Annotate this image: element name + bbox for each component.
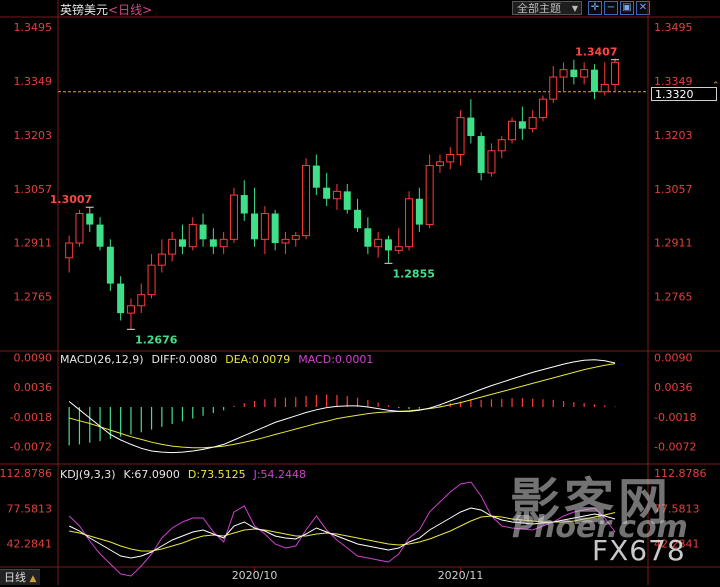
candle-body-down bbox=[364, 228, 372, 247]
kdj-legend-d: D:73.5125 bbox=[188, 468, 246, 481]
watermark-code: FX678 bbox=[592, 534, 686, 567]
kdj-tick-left: 112.8786 bbox=[0, 467, 52, 480]
macd-legend-label: MACD(26,12,9) bbox=[60, 353, 144, 366]
price-tick-right: 1.3057 bbox=[654, 183, 693, 196]
candle-body-up bbox=[497, 139, 506, 152]
candle-body-up bbox=[446, 153, 455, 163]
candle-body-down bbox=[199, 224, 207, 240]
extreme-label: 1.3407 bbox=[575, 46, 617, 59]
candle-body-up bbox=[508, 120, 517, 141]
candle-body-up bbox=[425, 165, 434, 226]
candle-body-down bbox=[518, 121, 526, 129]
candle-body-down bbox=[590, 69, 598, 92]
triangle-up-icon: ▲ bbox=[29, 574, 37, 584]
candle-body-up bbox=[435, 161, 444, 167]
candle-body-down bbox=[354, 209, 362, 229]
candle-body-up bbox=[137, 294, 146, 307]
candle-body-up bbox=[302, 165, 311, 237]
candle-body-up bbox=[405, 198, 414, 248]
tab-daily[interactable]: 日线 ▲ bbox=[0, 569, 41, 585]
candle-body-down bbox=[384, 239, 392, 251]
macd-tick-right: -0.0018 bbox=[654, 411, 696, 424]
kdj-legend-j: J:54.2448 bbox=[253, 468, 306, 481]
candle-body-up bbox=[374, 238, 383, 248]
candle-body-down bbox=[323, 187, 331, 199]
macd-tick-right: -0.0072 bbox=[654, 441, 696, 454]
candle-body-down bbox=[106, 246, 114, 284]
macd-legend-diff: DIFF:0.0080 bbox=[152, 353, 218, 366]
candle-body-up bbox=[157, 253, 166, 266]
candle-body-down bbox=[240, 195, 248, 214]
price-tick-left: 1.2911 bbox=[14, 237, 53, 250]
candle-body-up bbox=[147, 264, 156, 296]
kdj-legend-k: K:67.0900 bbox=[124, 468, 180, 481]
x-axis-label: 2020/10 bbox=[232, 569, 278, 582]
macd-tick-left: 0.0036 bbox=[14, 381, 53, 394]
candle-body-down bbox=[570, 69, 578, 78]
candle-body-up bbox=[229, 194, 238, 240]
candle-body-up bbox=[580, 69, 589, 78]
price-tick-left: 1.3203 bbox=[14, 129, 53, 142]
candle-body-down bbox=[251, 213, 259, 240]
price-tick-left: 1.3349 bbox=[14, 75, 53, 88]
candle-body-up bbox=[219, 238, 228, 248]
macd-tick-left: -0.0018 bbox=[10, 411, 52, 424]
candle-body-up bbox=[528, 117, 537, 130]
price-tick-left: 1.2765 bbox=[14, 291, 53, 304]
candle-body-down bbox=[178, 239, 186, 247]
candle-body-up bbox=[126, 305, 135, 314]
candle-body-down bbox=[209, 239, 217, 247]
extreme-label: 1.2676 bbox=[135, 333, 178, 346]
macd-tick-left: 0.0090 bbox=[14, 352, 53, 365]
candle-body-up bbox=[487, 150, 496, 174]
x-axis-label: 2020/11 bbox=[438, 569, 484, 582]
candle-body-up bbox=[291, 235, 300, 240]
candle-body-down bbox=[312, 165, 320, 188]
candle-body-up bbox=[188, 224, 197, 248]
candle-body-down bbox=[96, 224, 104, 247]
candle-body-down bbox=[117, 283, 125, 314]
extreme-label: 1.2855 bbox=[392, 267, 434, 280]
macd-legend-macd: MACD:0.0001 bbox=[298, 353, 373, 366]
candle-body-down bbox=[271, 213, 279, 244]
kdj-tick-left: 42.2841 bbox=[7, 538, 53, 551]
kdj-legend-label: KDJ(9,3,3) bbox=[60, 468, 116, 481]
current-price-tag: 1.3320 bbox=[651, 87, 717, 101]
price-tick-left: 1.3495 bbox=[14, 21, 53, 34]
candle-body-up bbox=[332, 190, 341, 200]
candle-body-up bbox=[456, 117, 465, 155]
macd-tick-left: -0.0072 bbox=[10, 441, 52, 454]
kdj-tick-left: 77.5813 bbox=[7, 502, 53, 515]
candle-body-up bbox=[611, 61, 620, 85]
candle-body-up bbox=[559, 69, 568, 78]
candle-body-down bbox=[343, 191, 351, 210]
price-tick-right: 1.2765 bbox=[654, 291, 693, 304]
macd-tick-right: 0.0090 bbox=[654, 352, 693, 365]
price-tick-right: 1.3495 bbox=[654, 21, 693, 34]
price-tick-left: 1.3057 bbox=[14, 183, 53, 196]
candle-body-down bbox=[415, 198, 423, 225]
candle-body-up bbox=[394, 246, 403, 251]
candle-body-up bbox=[600, 83, 609, 93]
candle-body-down bbox=[86, 213, 94, 225]
candle-body-up bbox=[260, 213, 269, 240]
macd-legend-dea: DEA:0.0079 bbox=[225, 353, 290, 366]
candle-body-up bbox=[281, 238, 290, 244]
extreme-label: 1.3007 bbox=[50, 193, 92, 206]
candle-body-down bbox=[467, 117, 475, 137]
candle-body-up bbox=[75, 213, 84, 244]
price-tick-right: 1.2911 bbox=[654, 237, 693, 250]
price-tick-right: 1.3203 bbox=[654, 129, 693, 142]
candle-body-up bbox=[549, 76, 558, 100]
candle-body-up bbox=[538, 98, 547, 119]
candle-body-up bbox=[168, 238, 177, 255]
macd-tick-right: 0.0036 bbox=[654, 381, 693, 394]
candle-body-down bbox=[477, 136, 485, 173]
candle-body-up bbox=[65, 242, 74, 259]
tab-daily-label: 日线 bbox=[4, 571, 26, 584]
